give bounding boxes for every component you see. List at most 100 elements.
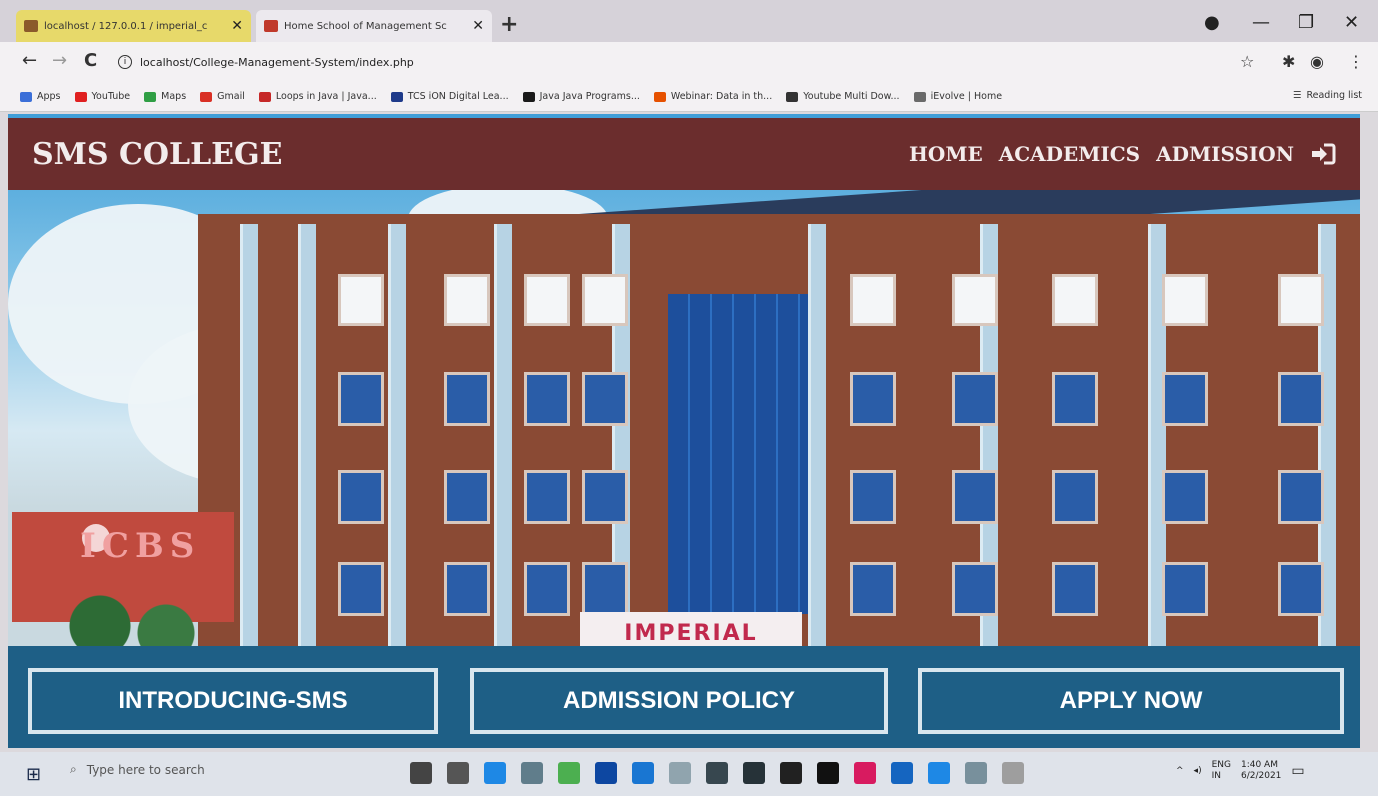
minimize-button[interactable]: — (1252, 12, 1270, 33)
forward-button[interactable]: → (52, 50, 67, 71)
browser-tab-phpmyadmin[interactable]: localhost / 127.0.0.1 / imperial_c ✕ (16, 10, 251, 42)
app-icon[interactable] (1002, 762, 1024, 784)
windows-start-icon[interactable]: ⊞ (26, 764, 41, 785)
app-icon[interactable] (928, 762, 950, 784)
building-window (338, 562, 384, 616)
building-window (1052, 470, 1098, 524)
building-window (1278, 372, 1324, 426)
volume-icon[interactable]: ◂) (1194, 766, 1202, 776)
bookmark-favicon-icon (200, 91, 213, 102)
reload-button[interactable]: C (84, 50, 97, 71)
windows-taskbar: ⊞ ⌕ Type here to search ^ ◂) ENG IN 1:40… (0, 752, 1378, 796)
side-building-logo: ICBS (80, 526, 201, 566)
bookmark-label: TCS iON Digital Lea... (407, 91, 509, 102)
bookmark-item[interactable]: Java Java Programs... (522, 91, 640, 102)
tab-title: Home School of Management Sc (284, 20, 447, 32)
app-icon[interactable] (854, 762, 876, 784)
brand-logo-text[interactable]: SMS COLLEGE (32, 137, 283, 172)
reading-list-button[interactable]: ☰ Reading list (1293, 90, 1362, 101)
tab-close-icon[interactable]: ✕ (231, 18, 243, 34)
sign-in-icon[interactable] (1310, 143, 1336, 165)
building-window (850, 470, 896, 524)
close-window-button[interactable]: ✕ (1344, 12, 1359, 33)
bookmark-item[interactable]: Youtube Multi Dow... (786, 91, 900, 102)
cta-band: INTRODUCING-SMS ADMISSION POLICY APPLY N… (8, 646, 1360, 748)
building-window (338, 274, 384, 326)
nav-links: HOME ACADEMICS ADMISSION (909, 142, 1336, 166)
app-icon[interactable] (706, 762, 728, 784)
css-icon[interactable] (891, 762, 913, 784)
bookmark-item[interactable]: Gmail (200, 91, 245, 102)
chrome-icon[interactable] (558, 762, 580, 784)
extensions-icon[interactable]: ✱ (1282, 52, 1295, 71)
tab-close-icon[interactable]: ✕ (472, 18, 484, 34)
app-icon[interactable] (595, 762, 617, 784)
building-window (952, 274, 998, 326)
system-tray: ^ ◂) ENG IN 1:40 AM 6/2/2021 ▭ (1176, 760, 1305, 782)
bookmark-item[interactable]: YouTube (74, 91, 131, 102)
apply-now-button[interactable]: APPLY NOW (916, 666, 1346, 736)
menu-kebab-icon[interactable]: ⋮ (1348, 52, 1364, 71)
building-window (582, 470, 628, 524)
admission-policy-button[interactable]: ADMISSION POLICY (468, 666, 890, 736)
bookmark-item[interactable]: Maps (144, 91, 186, 102)
language-label[interactable]: ENG (1212, 760, 1231, 771)
address-bar[interactable]: i localhost/College-Management-System/in… (118, 49, 1218, 75)
tab-title: localhost / 127.0.0.1 / imperial_c (44, 20, 208, 32)
back-button[interactable]: ← (22, 50, 37, 71)
tray-chevron-icon[interactable]: ^ (1176, 766, 1184, 776)
nav-academics-link[interactable]: ACADEMICS (999, 142, 1140, 166)
site-navbar: SMS COLLEGE HOME ACADEMICS ADMISSION (8, 118, 1360, 190)
building-window (524, 372, 570, 426)
building-window (1052, 274, 1098, 326)
site-favicon-icon (264, 20, 278, 32)
bookmark-item[interactable]: Apps (20, 91, 61, 102)
bookmark-item[interactable]: Loops in Java | Java... (258, 91, 377, 102)
maximize-button[interactable]: ❐ (1298, 12, 1314, 33)
web-page: ICBS IMPERIAL SMS COLLEGE HOME ACADEMICS… (8, 114, 1360, 748)
bookmark-favicon-icon (390, 91, 403, 102)
app-icon[interactable] (780, 762, 802, 784)
building-window (1278, 274, 1324, 326)
app-icon[interactable] (965, 762, 987, 784)
app-icon[interactable] (484, 762, 506, 784)
building-window (1162, 470, 1208, 524)
file-explorer-icon[interactable] (521, 762, 543, 784)
phpmyadmin-favicon-icon (24, 20, 38, 32)
bookmark-favicon-icon (522, 91, 535, 102)
taskbar-search[interactable]: ⌕ Type here to search (70, 762, 205, 777)
bookmark-item[interactable]: Webinar: Data in th... (653, 91, 772, 102)
bookmark-favicon-icon (20, 91, 32, 102)
bookmark-star-icon[interactable]: ☆ (1240, 52, 1254, 71)
building-window (952, 470, 998, 524)
building-window (850, 274, 896, 326)
bookmark-label: YouTube (91, 91, 131, 102)
bookmark-item[interactable]: TCS iON Digital Lea... (390, 91, 509, 102)
bookmark-favicon-icon (653, 91, 666, 102)
search-placeholder[interactable]: Type here to search (87, 763, 205, 777)
new-tab-button[interactable]: + (500, 12, 518, 37)
cortana-icon[interactable] (410, 762, 432, 784)
task-view-icon[interactable] (447, 762, 469, 784)
vscode-icon[interactable] (632, 762, 654, 784)
obs-icon[interactable] (817, 762, 839, 784)
clock[interactable]: 1:40 AM 6/2/2021 (1241, 760, 1281, 782)
glass-facade (668, 294, 808, 614)
app-icon[interactable] (743, 762, 765, 784)
notifications-icon[interactable]: ▭ (1291, 763, 1304, 779)
building-pillar (388, 224, 406, 654)
reading-list-icon: ☰ (1292, 90, 1302, 101)
building-window (1278, 470, 1324, 524)
profile-avatar-icon[interactable]: ◉ (1310, 52, 1324, 71)
nav-admission-link[interactable]: ADMISSION (1156, 142, 1294, 166)
building-window (582, 562, 628, 616)
profile-dot-icon[interactable]: ● (1204, 12, 1220, 33)
url-text[interactable]: localhost/College-Management-System/inde… (140, 56, 414, 69)
app-icon[interactable] (669, 762, 691, 784)
introducing-sms-button[interactable]: INTRODUCING-SMS (26, 666, 440, 736)
site-info-icon[interactable]: i (118, 55, 132, 69)
bookmarks-bar: Apps YouTube Maps Gmail Loops in Java | Java… (0, 82, 1378, 112)
bookmark-item[interactable]: iEvolve | Home (913, 91, 1002, 102)
browser-tab-home[interactable]: Home School of Management Sc ✕ (256, 10, 492, 42)
nav-home-link[interactable]: HOME (909, 142, 983, 166)
